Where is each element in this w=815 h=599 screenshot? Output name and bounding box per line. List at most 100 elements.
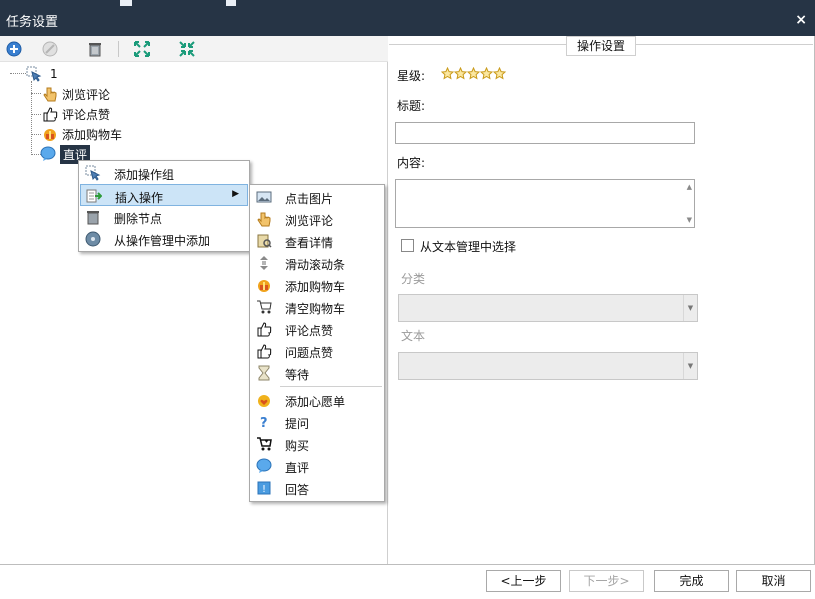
title-label: 标题: (397, 99, 426, 113)
svg-text:?: ? (260, 416, 268, 430)
menu-item-delete-node[interactable]: 删除节点 (80, 206, 248, 228)
tree-connector (31, 134, 41, 135)
hourglass-icon (256, 365, 272, 381)
scroll-up-icon[interactable]: ▲ (687, 183, 692, 191)
menu-item-label: 添加操作组 (114, 168, 175, 182)
submenu-item-click-image[interactable]: 点击图片 (251, 186, 383, 208)
submenu-item-add-cart[interactable]: 添加购物车 (251, 274, 383, 296)
tree-root[interactable]: 1 (26, 65, 58, 83)
content-label: 内容: (397, 156, 426, 170)
menu-item-add-group[interactable]: 添加操作组 (80, 162, 248, 184)
disk-icon (85, 231, 101, 247)
answer-icon: ! (256, 480, 272, 496)
tree-root-label: 1 (50, 67, 58, 81)
thumbs-up-icon (256, 343, 272, 359)
submenu-item-label: 浏览评论 (285, 214, 334, 228)
submenu-item-label: 添加购物车 (285, 280, 346, 294)
submenu-item-label: 评论点赞 (285, 324, 334, 338)
svg-text:!: ! (262, 484, 266, 495)
thumbs-up-icon (42, 106, 58, 122)
next-button[interactable]: 下一步> (569, 570, 644, 592)
submenu-item-label: 回答 (285, 483, 310, 497)
tree-item-like-comment[interactable]: 评论点赞 (42, 105, 110, 123)
title-input[interactable] (395, 122, 695, 144)
text-manager-checkbox[interactable] (401, 239, 414, 252)
title-mark (226, 0, 236, 6)
submenu-item-answer[interactable]: ! 回答 (251, 477, 383, 499)
expand-icon[interactable] (133, 40, 151, 58)
menu-item-label: 从操作管理中添加 (114, 234, 211, 248)
menu-item-add-from-manager[interactable]: 从操作管理中添加 (80, 228, 248, 250)
trash-icon (85, 209, 101, 225)
tree-item-label: 评论点赞 (62, 107, 111, 122)
image-icon (256, 189, 272, 205)
collapse-icon[interactable] (178, 40, 196, 58)
tree-connector (31, 93, 41, 94)
insert-submenu: 点击图片 浏览评论 查看详情 滑动滚动条 添加购物车 清空购物车 评论点赞 问题… (249, 184, 385, 502)
text-label: 文本 (401, 329, 426, 343)
category-select[interactable]: ▼ (398, 294, 698, 322)
tree-toolbar (0, 36, 388, 62)
submenu-item-empty-cart[interactable]: 清空购物车 (251, 296, 383, 318)
chevron-down-icon[interactable]: ▼ (683, 295, 697, 321)
category-label: 分类 (401, 272, 426, 286)
submenu-item-browse-comments[interactable]: 浏览评论 (251, 208, 383, 230)
submenu-item-label: 清空购物车 (285, 302, 346, 316)
disabled-circle-icon[interactable] (41, 40, 59, 58)
tree-item-add-cart[interactable]: 添加购物车 (42, 125, 122, 143)
close-icon[interactable]: × (795, 12, 807, 28)
submenu-item-direct-review[interactable]: 直评 (251, 455, 383, 477)
submenu-item-label: 直评 (285, 461, 310, 475)
submenu-item-wait[interactable]: 等待 (251, 362, 383, 384)
cart-icon (256, 436, 272, 452)
finish-button[interactable]: 完成 (654, 570, 729, 592)
submenu-item-ask[interactable]: ? 提问 (251, 411, 383, 433)
group-title: 操作设置 (566, 36, 636, 56)
star-rating[interactable] (441, 67, 507, 81)
thumbs-up-icon (256, 321, 272, 337)
trash-icon[interactable] (86, 40, 104, 58)
question-icon: ? (256, 414, 272, 431)
window-title: 任务设置 (6, 15, 59, 30)
cancel-button[interactable]: 取消 (736, 570, 811, 592)
submenu-item-like-question[interactable]: 问题点赞 (251, 340, 383, 362)
content-textarea[interactable]: ▲ ▼ (395, 179, 695, 228)
menu-item-label: 插入操作 (115, 191, 164, 205)
star-icons[interactable] (441, 67, 507, 81)
gift-icon (42, 126, 58, 142)
toolbar-divider (118, 41, 119, 57)
submenu-item-add-wishlist[interactable]: 添加心愿单 (251, 389, 383, 411)
scroll-down-icon[interactable]: ▼ (687, 216, 692, 224)
submenu-item-label: 等待 (285, 368, 310, 382)
tree-item-label: 浏览评论 (62, 87, 111, 102)
rating-label: 星级: (397, 69, 426, 83)
submenu-item-like-comment[interactable]: 评论点赞 (251, 318, 383, 340)
submenu-item-label: 添加心愿单 (285, 395, 346, 409)
cursor-icon (85, 165, 101, 181)
empty-cart-icon (256, 299, 272, 315)
footer-bar: <上一步 下一步> 完成 取消 (0, 564, 815, 599)
chat-bubble-icon (256, 458, 272, 474)
submenu-item-view-details[interactable]: 查看详情 (251, 230, 383, 252)
tree-connector (10, 73, 26, 74)
cursor-icon (26, 66, 42, 82)
submenu-arrow-icon: ▶ (232, 189, 239, 199)
title-mark (120, 0, 132, 6)
submenu-item-buy[interactable]: 购买 (251, 433, 383, 455)
insert-icon (86, 188, 103, 204)
hand-pointer-icon (256, 211, 272, 227)
gift-icon (256, 277, 272, 293)
context-menu: 添加操作组 插入操作 ▶ 删除节点 从操作管理中添加 (78, 160, 250, 252)
text-select[interactable]: ▼ (398, 352, 698, 380)
add-circle-icon[interactable] (5, 40, 23, 58)
submenu-item-scroll[interactable]: 滑动滚动条 (251, 252, 383, 274)
title-bar: 任务设置 × (0, 0, 815, 36)
submenu-item-label: 查看详情 (285, 236, 334, 250)
tree-item-browse-comments[interactable]: 浏览评论 (42, 85, 110, 103)
menu-item-insert[interactable]: 插入操作 ▶ (80, 184, 248, 206)
submenu-item-label: 问题点赞 (285, 346, 334, 360)
submenu-item-label: 提问 (285, 417, 310, 431)
chevron-down-icon[interactable]: ▼ (683, 353, 697, 379)
prev-button[interactable]: <上一步 (486, 570, 561, 592)
menu-separator (280, 386, 382, 387)
